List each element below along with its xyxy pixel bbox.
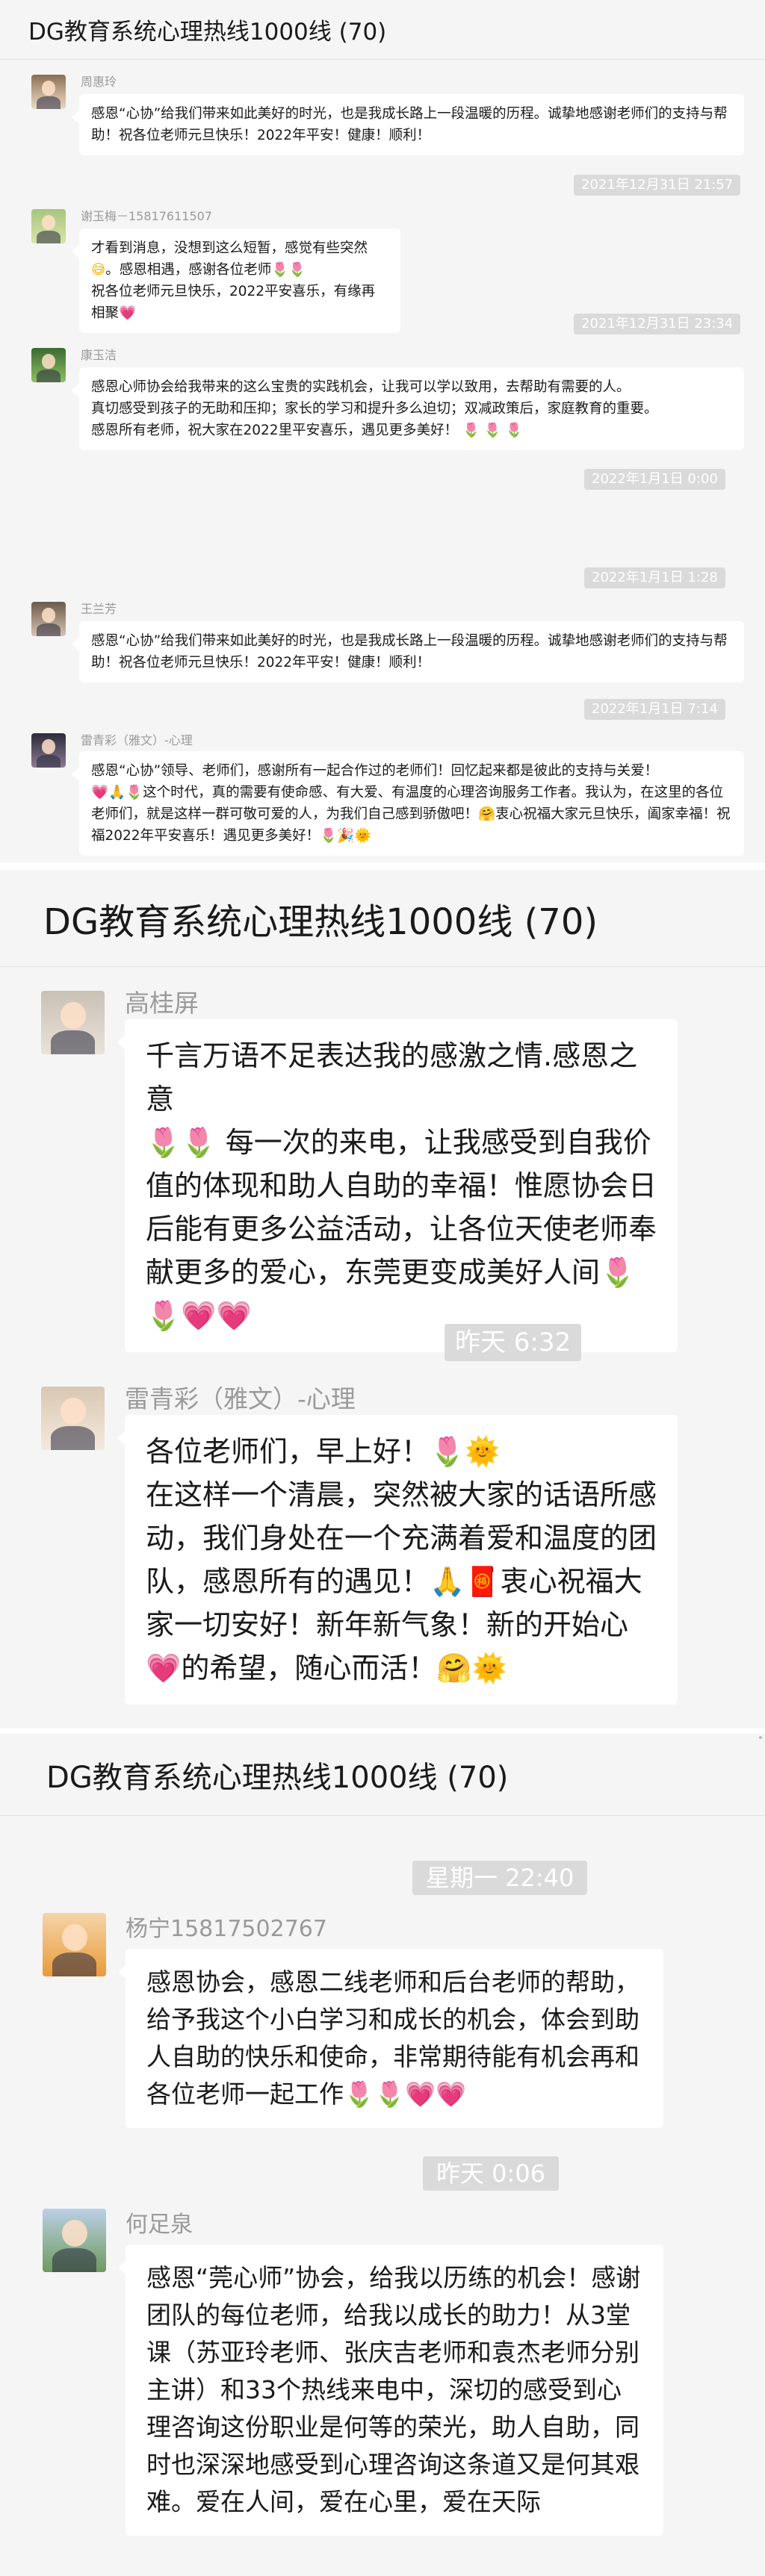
heart-emoji-icon: 💗 bbox=[146, 1652, 182, 1684]
message-bubble[interactable]: 感恩“心协”给我们带来如此美好的时光，也是我成长路上一段温暖的历程。诚挚地感谢老… bbox=[72, 94, 744, 155]
chat-title: DG教育系统心理热线1000线 (70) bbox=[43, 900, 598, 943]
fu-emoji-icon: 🧧 bbox=[465, 1565, 501, 1598]
hug-emoji-icon: 🤗 bbox=[478, 806, 496, 822]
avatar[interactable] bbox=[43, 2209, 106, 2272]
sender-name: 谢玉梅－15817611507 bbox=[81, 209, 212, 223]
avatar[interactable] bbox=[31, 733, 66, 768]
message-text: 才看到消息，没想到这么短暂，感觉有些突然 bbox=[91, 240, 368, 256]
message-text: 每一次的来电，让我感受到自我价值的体现和助人自助的幸福！惟愿协会日后能有更多公益… bbox=[146, 1126, 657, 1289]
tulip-emoji-icon: 🌷🌷 bbox=[271, 262, 306, 278]
chat-title-bar: DG教育系统心理热线1000线 (70) bbox=[0, 1734, 765, 1816]
message-bubble[interactable]: 感恩“心协”领导、老师们，感谢所有一起合作过的老师们！回忆起来都是彼此的支持与关… bbox=[72, 751, 744, 856]
chat-screenshot-collage: DG教育系统心理热线1000线 (70) 周惠玲 感恩“心协”给我们带来如此美好… bbox=[0, 0, 765, 2576]
heart-emoji-icon: 💗💗 bbox=[181, 1299, 252, 1332]
timestamp: 2022年1月1日 1:28 bbox=[584, 567, 725, 588]
message-text: 。感恩相遇，感谢各位老师 bbox=[105, 262, 272, 278]
timestamp: 2022年1月1日 0:00 bbox=[584, 469, 725, 490]
timestamp: 星期一 22:40 bbox=[412, 1861, 588, 1895]
timestamp: 昨天 6:32 bbox=[445, 1324, 582, 1361]
clap-emoji-icon: 🙏 bbox=[108, 785, 126, 800]
sender-name: 杨宁15817502767 bbox=[126, 1916, 327, 1942]
tulip-emoji-icon: 🌷 bbox=[430, 1435, 465, 1468]
chat-title-bar: DG教育系统心理热线1000线 (70) bbox=[0, 870, 765, 967]
sun-emoji-icon: 🌞 bbox=[354, 828, 372, 844]
avatar[interactable] bbox=[31, 75, 66, 109]
message-bubble[interactable]: 感恩心师协会给我带来的这么宝贵的实践机会，让我可以学以致用，去帮助有需要的人。 … bbox=[72, 367, 744, 450]
clap-emoji-icon: 🙏 bbox=[430, 1565, 465, 1598]
sender-name: 康玉洁 bbox=[81, 348, 117, 362]
avatar[interactable] bbox=[31, 602, 66, 636]
message-text: 感恩心师协会给我带来的这么宝贵的实践机会，让我可以学以致用，去帮助有需要的人。 bbox=[91, 379, 631, 395]
tulip-emoji-icon: 🌷 🌷 🌷 bbox=[458, 423, 523, 438]
message-text: 千言万语不足表达我的感激之情.感恩之意 bbox=[146, 1039, 638, 1116]
sender-name: 何足泉 bbox=[126, 2212, 193, 2238]
message-text: 感恩“莞心师”协会，给我以历练的机会！感谢团队的每位老师，给我以成长的助力！从3… bbox=[146, 2263, 641, 2516]
timestamp: 2022年1月1日 7:14 bbox=[584, 699, 725, 720]
message-text: 各位老师们，早上好！ bbox=[146, 1435, 430, 1468]
sender-name: 周惠玲 bbox=[81, 75, 117, 89]
message-bubble[interactable]: 感恩协会，感恩二线老师和后台老师的帮助，给予我这个小白学习和成长的机会，体会到助… bbox=[118, 1949, 663, 2128]
avatar[interactable] bbox=[41, 1387, 105, 1450]
sender-name: 高桂屏 bbox=[125, 989, 199, 1018]
timestamp: 2021年12月31日 23:34 bbox=[574, 314, 741, 335]
message-text: 感恩“心协”领导、老师们，感谢所有一起合作过的老师们！回忆起来都是彼此的支持与关… bbox=[91, 763, 659, 779]
message-bubble[interactable]: 千言万语不足表达我的感激之情.感恩之意 🌷🌷 每一次的来电，让我感受到自我价值的… bbox=[117, 1019, 678, 1352]
tulip-emoji-icon: 🌷 bbox=[126, 785, 143, 800]
tulip-emoji-icon: 🌷🌷 bbox=[344, 2079, 406, 2109]
chat-title: DG教育系统心理热线1000线 (70) bbox=[46, 1760, 509, 1795]
sender-name: 雷青彩（雅文）-心理 bbox=[125, 1384, 356, 1413]
chat-title: DG教育系统心理热线1000线 (70) bbox=[28, 19, 387, 46]
heart-emoji-icon: 💗💗 bbox=[405, 2079, 467, 2109]
scrollbar-marker bbox=[759, 1736, 762, 1739]
tulip-emoji-icon: 🌷 bbox=[320, 828, 338, 844]
message-text: 真切感受到孩子的无助和压抑；家长的学习和提升多么迫切；双减政策后，家庭教育的重要… bbox=[91, 401, 658, 417]
tulip-emoji-icon: 🌷🌷 bbox=[146, 1126, 217, 1159]
avatar[interactable] bbox=[31, 209, 66, 243]
message-bubble[interactable]: 感恩“心协”给我们带来如此美好的时光，也是我成长路上一段温暖的历程。诚挚地感谢老… bbox=[72, 621, 744, 682]
hug-emoji-icon: 🤗 bbox=[436, 1652, 472, 1684]
message-text: 感恩“心协”给我们带来如此美好的时光，也是我成长路上一段温暖的历程。诚挚地感谢老… bbox=[91, 633, 728, 671]
sender-name: 雷青彩（雅文）-心理 bbox=[81, 733, 193, 747]
chat-window-3: DG教育系统心理热线1000线 (70) 星期一 22:40 杨宁1581750… bbox=[0, 1734, 765, 2576]
timestamp: 昨天 0:06 bbox=[423, 2156, 560, 2191]
message-bubble[interactable]: 才看到消息，没想到这么短暂，感觉有些突然😅。感恩相遇，感谢各位老师🌷🌷 祝各位老… bbox=[72, 228, 400, 333]
avatar[interactable] bbox=[41, 991, 105, 1054]
sun-emoji-icon: 🌞 bbox=[465, 1435, 501, 1468]
message-text: 的希望，随心而活！ bbox=[181, 1652, 437, 1684]
sweat-smile-emoji-icon: 😅 bbox=[91, 262, 106, 278]
avatar[interactable] bbox=[31, 348, 66, 382]
chat-window-2: DG教育系统心理热线1000线 (70) 高桂屏 千言万语不足表达我的感激之情.… bbox=[0, 870, 765, 1729]
message-text: 感恩“心协”给我们带来如此美好的时光，也是我成长路上一段温暖的历程。诚挚地感谢老… bbox=[91, 106, 728, 143]
message-bubble[interactable]: 各位老师们，早上好！🌷🌞 在这样一个清晨，突然被大家的话语所感动，我们身处在一个… bbox=[117, 1415, 678, 1705]
chat-window-1: DG教育系统心理热线1000线 (70) 周惠玲 感恩“心协”给我们带来如此美好… bbox=[0, 0, 765, 862]
party-emoji-icon: 🎉 bbox=[337, 828, 355, 844]
heart-emoji-icon: 💗 bbox=[119, 305, 137, 321]
message-bubble[interactable]: 感恩“莞心师”协会，给我以历练的机会！感谢团队的每位老师，给我以成长的助力！从3… bbox=[118, 2244, 663, 2536]
sun-emoji-icon: 🌞 bbox=[471, 1652, 507, 1684]
heart-emoji-icon: 💗 bbox=[91, 785, 109, 800]
message-text: 感恩所有老师，祝大家在2022里平安喜乐，遇见更多美好！ bbox=[91, 423, 459, 438]
chat-title-bar: DG教育系统心理热线1000线 (70) bbox=[0, 0, 765, 60]
sender-name: 王兰芳 bbox=[81, 602, 117, 616]
avatar[interactable] bbox=[43, 1913, 106, 1976]
timestamp: 2021年12月31日 21:57 bbox=[574, 175, 741, 196]
